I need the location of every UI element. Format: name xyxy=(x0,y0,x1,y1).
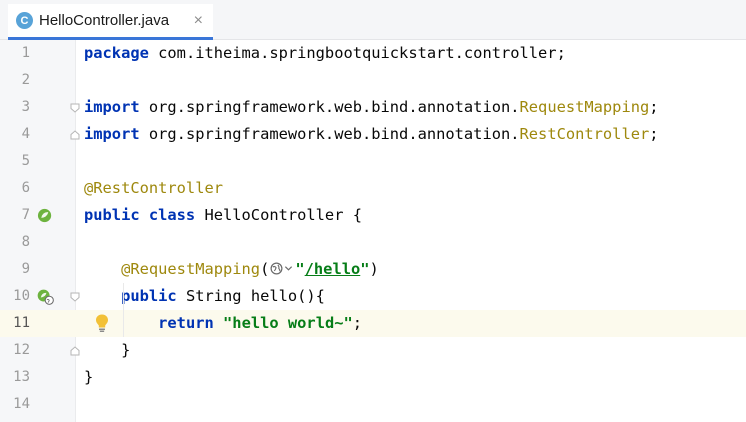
code-text[interactable]: public String hello(){ xyxy=(84,283,325,310)
fold-start-icon[interactable] xyxy=(70,103,80,113)
token-kw: import xyxy=(84,125,140,143)
code-line-7[interactable]: 7 public class HelloController { xyxy=(0,202,746,229)
line-number[interactable]: 5 xyxy=(0,148,30,175)
fold-end-icon[interactable] xyxy=(70,130,80,140)
code-line-3[interactable]: 3 import org.springframework.web.bind.ann… xyxy=(0,94,746,121)
token-plain: HelloController { xyxy=(195,206,362,224)
token-ann: RestController xyxy=(519,125,650,143)
line-number[interactable]: 9 xyxy=(0,256,30,283)
token-plain: String hello(){ xyxy=(176,287,325,305)
code-text[interactable]: } xyxy=(84,337,130,364)
code-line-6[interactable]: 6 @RestController xyxy=(0,175,746,202)
java-class-icon: C xyxy=(16,12,33,29)
code-text[interactable]: import org.springframework.web.bind.anno… xyxy=(84,121,659,148)
code-line-14[interactable]: 14 xyxy=(0,391,746,418)
token-str: "hello world~" xyxy=(223,314,353,332)
code-line-13[interactable]: 13} xyxy=(0,364,746,391)
line-number[interactable]: 6 xyxy=(0,175,30,202)
line-number[interactable]: 4 xyxy=(0,121,30,148)
line-number[interactable]: 10 xyxy=(0,283,30,310)
token-plain: ( xyxy=(260,260,270,278)
chevron-down-icon[interactable] xyxy=(284,264,293,273)
code-line-1[interactable]: 1 package com.itheima.springbootquickstar… xyxy=(0,40,746,67)
token-kw: public class xyxy=(84,206,196,224)
token-str: " xyxy=(295,260,305,278)
tab-hellocontroller-java[interactable]: C HelloController.java × xyxy=(8,4,213,40)
line-number[interactable]: 13 xyxy=(0,364,30,391)
token-plain: } xyxy=(84,341,131,359)
token-plain: com.itheima.springbootquickstart.control… xyxy=(148,44,566,62)
indent-guide xyxy=(123,283,124,337)
token-ann: RequestMapping xyxy=(519,98,650,116)
token-plain: ; xyxy=(649,125,659,143)
token-plain: ) xyxy=(369,260,379,278)
code-editor[interactable]: 1 package com.itheima.springbootquickstar… xyxy=(0,40,746,422)
code-text[interactable]: @RestController xyxy=(84,175,223,202)
code-line-10[interactable]: 10 public String hello(){ xyxy=(0,283,746,310)
token-plain: org.springframework.web.bind.annotation. xyxy=(139,98,520,116)
fold-start-icon[interactable] xyxy=(70,292,80,302)
code-text[interactable]: return "hello world~"; xyxy=(84,310,362,337)
globe-icon[interactable] xyxy=(270,262,283,275)
code-text[interactable]: @RequestMapping( "/hello") xyxy=(84,256,379,283)
code-line-2[interactable]: 2 xyxy=(0,67,746,94)
line-number[interactable]: 7 xyxy=(0,202,30,229)
code-text[interactable]: public class HelloController { xyxy=(84,202,362,229)
spring-web-endpoint-icon[interactable] xyxy=(37,288,54,305)
token-plain: } xyxy=(84,368,94,386)
code-line-11[interactable]: 11 return "hello world~"; xyxy=(0,310,746,337)
line-number[interactable]: 8 xyxy=(0,229,30,256)
token-strU: /hello xyxy=(304,260,361,278)
token-ann: @RequestMapping xyxy=(121,260,261,278)
token-plain: org.springframework.web.bind.annotation. xyxy=(139,125,520,143)
line-number[interactable]: 11 xyxy=(0,310,30,337)
token-plain: ; xyxy=(352,314,363,332)
editor-tab-bar: C HelloController.java × xyxy=(0,0,746,40)
line-number[interactable]: 2 xyxy=(0,67,30,94)
line-number[interactable]: 14 xyxy=(0,391,30,418)
code-line-12[interactable]: 12 } xyxy=(0,337,746,364)
token-ann: @RestController xyxy=(84,179,223,197)
code-line-9[interactable]: 9 @RequestMapping( "/hello") xyxy=(0,256,746,283)
line-number[interactable]: 3 xyxy=(0,94,30,121)
code-text[interactable]: } xyxy=(84,364,93,391)
intention-bulb-icon[interactable] xyxy=(94,313,110,333)
line-number[interactable]: 1 xyxy=(0,40,30,67)
tab-label: HelloController.java xyxy=(39,12,170,29)
fold-end-icon[interactable] xyxy=(70,346,80,356)
code-text[interactable]: package com.itheima.springbootquickstart… xyxy=(84,40,566,67)
code-text[interactable]: import org.springframework.web.bind.anno… xyxy=(84,94,659,121)
token-str: " xyxy=(360,260,370,278)
line-number[interactable]: 12 xyxy=(0,337,30,364)
token-kw: import xyxy=(84,98,140,116)
spring-bean-icon[interactable] xyxy=(37,207,54,224)
token-kw: public xyxy=(121,287,177,305)
code-line-8[interactable]: 8 xyxy=(0,229,746,256)
token-kw: package xyxy=(84,44,149,62)
code-line-4[interactable]: 4 import org.springframework.web.bind.ann… xyxy=(0,121,746,148)
token-kw: return xyxy=(158,314,214,332)
close-tab-icon[interactable]: × xyxy=(194,12,203,29)
code-line-5[interactable]: 5 xyxy=(0,148,746,175)
token-plain: ; xyxy=(649,98,659,116)
